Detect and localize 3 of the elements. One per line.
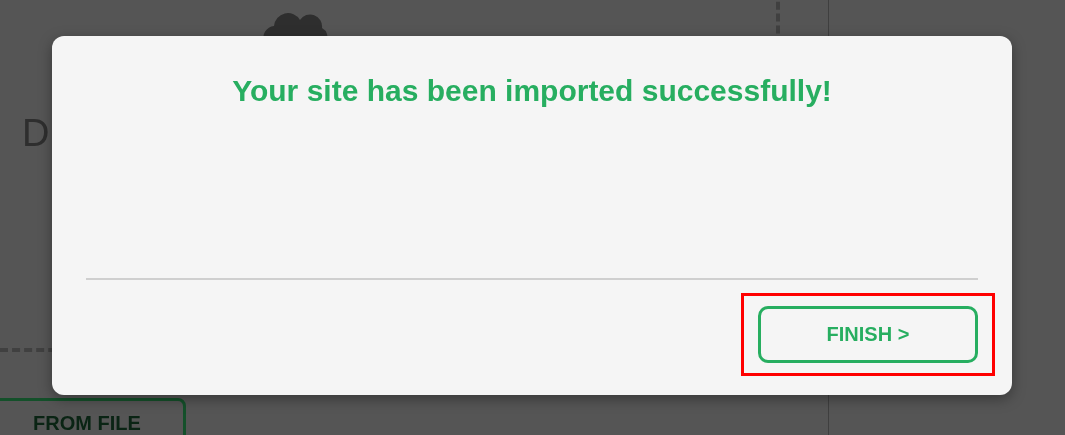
dialog-title: Your site has been imported successfully!	[231, 74, 833, 108]
finish-button[interactable]: FINISH >	[758, 306, 978, 363]
from-file-button[interactable]: FROM FILE	[0, 398, 186, 435]
